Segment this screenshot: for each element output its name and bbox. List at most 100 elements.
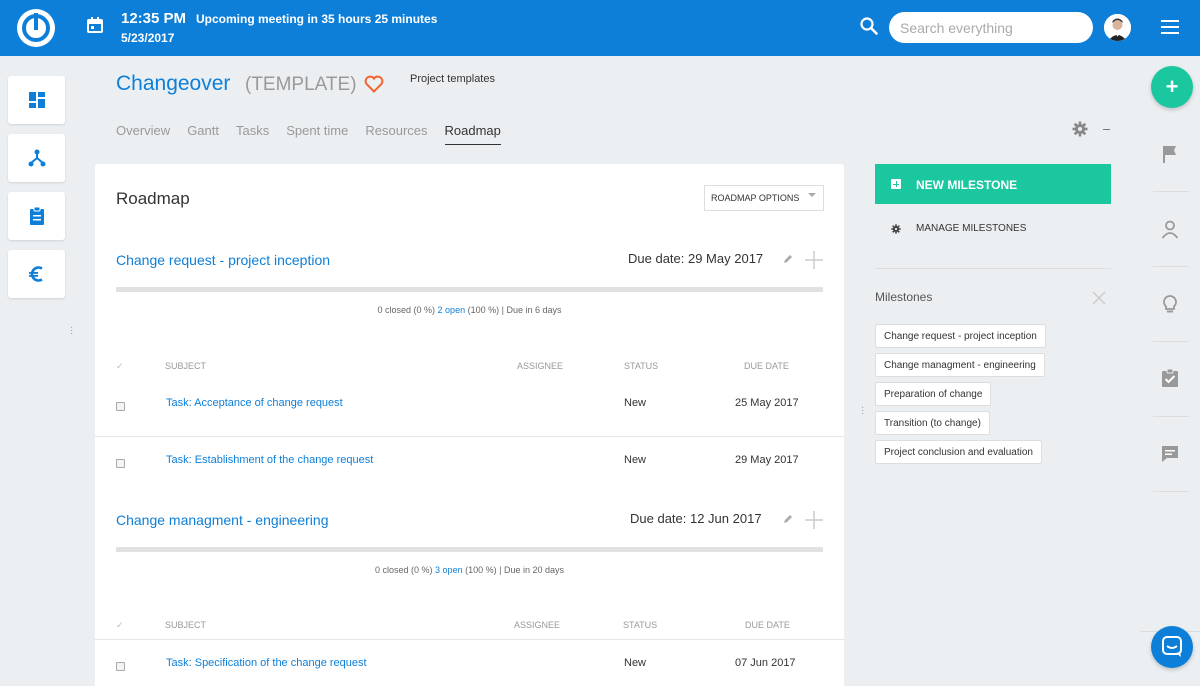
edit-pencil-icon[interactable] xyxy=(783,254,793,264)
rail-divider xyxy=(1153,341,1189,342)
milestone-filter-tag[interactable]: Change managment - engineering xyxy=(875,353,1045,377)
rail-divider xyxy=(1153,191,1189,192)
milestone-title[interactable]: Change request - project inception xyxy=(116,252,330,268)
project-template-tag: (TEMPLATE) xyxy=(245,74,357,95)
milestone-filter-tag[interactable]: Change request - project inception xyxy=(875,324,1046,348)
open-count-link[interactable]: 3 open xyxy=(435,565,463,575)
quick-add-button[interactable]: + xyxy=(1151,66,1193,108)
select-all-check-icon[interactable]: ✓ xyxy=(116,361,124,372)
roadmap-card: Roadmap ROADMAP OPTIONS Change request -… xyxy=(95,164,844,686)
column-due-date: DUE DATE xyxy=(744,361,789,371)
milestones-heading: Milestones xyxy=(875,290,933,304)
column-assignee: ASSIGNEE xyxy=(514,620,561,630)
gear-icon[interactable] xyxy=(1072,121,1088,137)
roadmap-options-label: ROADMAP OPTIONS xyxy=(711,193,800,203)
column-subject: SUBJECT xyxy=(165,620,207,630)
task-due-date: 29 May 2017 xyxy=(735,454,799,466)
manage-milestones-button[interactable]: MANAGE MILESTONES xyxy=(875,214,1111,246)
task-subject-link[interactable]: Task: Establishment of the change reques… xyxy=(166,454,373,466)
chevron-down-icon xyxy=(808,193,816,197)
add-plus-icon[interactable] xyxy=(804,510,824,530)
task-status: New xyxy=(624,454,647,466)
task-subject-link[interactable]: Task: Acceptance of change request xyxy=(166,397,343,409)
milestone-stats: 0 closed (0 %) 2 open (100 %) | Due in 6… xyxy=(95,305,844,315)
rail-divider xyxy=(1153,491,1189,492)
milestone-filter-tag[interactable]: Transition (to change) xyxy=(875,411,990,435)
top-bar: 12:35 PM Upcoming meeting in 35 hours 25… xyxy=(0,0,1200,56)
row-checkbox[interactable] xyxy=(116,459,125,468)
new-milestone-button[interactable]: NEW MILESTONE xyxy=(875,164,1111,204)
live-chat-button[interactable] xyxy=(1151,626,1193,668)
task-due-date: 25 May 2017 xyxy=(735,397,799,409)
panel-divider xyxy=(875,268,1111,269)
lightbulb-icon[interactable] xyxy=(1160,294,1180,314)
user-avatar[interactable] xyxy=(1104,14,1131,41)
milestone-title[interactable]: Change managment - engineering xyxy=(116,512,328,528)
column-status: STATUS xyxy=(623,620,658,630)
row-checkbox[interactable] xyxy=(116,662,125,671)
calendar-icon[interactable] xyxy=(87,17,103,33)
table-header: ✓ SUBJECT ASSIGNEE STATUS DUE DATE xyxy=(95,620,844,634)
tab-gantt[interactable]: Gantt xyxy=(187,123,219,145)
rail-divider xyxy=(1153,266,1189,267)
upcoming-meeting-link[interactable]: Upcoming meeting in 35 hours 25 minutes xyxy=(196,12,437,26)
sidebar-clipboard-button[interactable] xyxy=(8,192,65,240)
favorite-heart-icon[interactable] xyxy=(364,75,384,93)
sidebar-dashboard-button[interactable] xyxy=(8,76,65,124)
edit-pencil-icon[interactable] xyxy=(783,514,793,524)
column-subject: SUBJECT xyxy=(165,361,207,371)
clock-time: 12:35 PM xyxy=(121,10,187,27)
milestone-stats: 0 closed (0 %) 3 open (100 %) | Due in 2… xyxy=(95,565,844,575)
roadmap-options-dropdown[interactable]: ROADMAP OPTIONS xyxy=(704,185,824,211)
breadcrumb-project-templates[interactable]: Project templates xyxy=(410,73,495,85)
easy-logo[interactable] xyxy=(17,9,55,47)
panel-resize-handle[interactable]: · · · xyxy=(861,403,864,419)
stats-summary: (100 %) | Due in 6 days xyxy=(467,305,562,315)
flag-icon[interactable] xyxy=(1160,144,1180,164)
closed-count: 0 closed (0 %) xyxy=(375,565,433,575)
select-all-check-icon[interactable]: ✓ xyxy=(116,620,124,631)
milestone-progress-bar xyxy=(116,287,823,292)
person-icon[interactable] xyxy=(1160,219,1180,239)
milestone-filter-tag[interactable]: Preparation of change xyxy=(875,382,992,406)
closed-count: 0 closed (0 %) xyxy=(377,305,436,315)
project-tabs: Overview Gantt Tasks Spent time Resource… xyxy=(116,123,518,145)
sidebar-network-button[interactable] xyxy=(8,134,65,182)
stats-summary: (100 %) | Due in 20 days xyxy=(465,565,564,575)
sidebar-resize-handle[interactable]: · · · xyxy=(70,323,73,339)
add-plus-icon[interactable] xyxy=(804,250,824,270)
current-date: 5/23/2017 xyxy=(121,31,175,45)
chat-bubble-icon xyxy=(1162,636,1182,657)
search-input[interactable] xyxy=(889,12,1093,43)
tab-roadmap[interactable]: Roadmap xyxy=(444,123,501,145)
search-icon[interactable] xyxy=(860,17,878,35)
comment-icon[interactable] xyxy=(1160,444,1180,464)
column-due-date: DUE DATE xyxy=(745,620,790,630)
row-checkbox[interactable] xyxy=(116,402,125,411)
table-header: ✓ SUBJECT ASSIGNEE STATUS DUE DATE xyxy=(95,361,844,375)
tab-tasks[interactable]: Tasks xyxy=(236,123,269,145)
euro-icon xyxy=(28,266,43,282)
close-icon[interactable] xyxy=(1091,290,1107,306)
column-assignee: ASSIGNEE xyxy=(517,361,564,371)
task-status: New xyxy=(624,657,647,669)
milestone-filter-tag[interactable]: Project conclusion and evaluation xyxy=(875,440,1042,464)
milestone-due-date: Due date: 29 May 2017 xyxy=(628,251,764,266)
network-icon xyxy=(28,149,45,167)
hamburger-menu-icon[interactable] xyxy=(1161,20,1179,34)
task-status: New xyxy=(624,397,647,409)
tab-overview[interactable]: Overview xyxy=(116,123,170,145)
tab-resources[interactable]: Resources xyxy=(365,123,427,145)
project-title[interactable]: Changeover xyxy=(116,72,230,96)
table-row: Task: Establishment of the change reques… xyxy=(95,437,844,494)
column-status: STATUS xyxy=(624,361,659,371)
cog-icon xyxy=(891,224,901,234)
open-count-link[interactable]: 2 open xyxy=(438,305,466,315)
collapse-minus-icon[interactable] xyxy=(1103,129,1110,130)
task-subject-link[interactable]: Task: Specification of the change reques… xyxy=(166,657,367,669)
table-row: Task: Specification of the change reques… xyxy=(95,640,844,686)
new-milestone-label: NEW MILESTONE xyxy=(916,178,1018,192)
tab-spent-time[interactable]: Spent time xyxy=(286,123,348,145)
checklist-icon[interactable] xyxy=(1160,368,1180,388)
sidebar-budget-button[interactable] xyxy=(8,250,65,298)
